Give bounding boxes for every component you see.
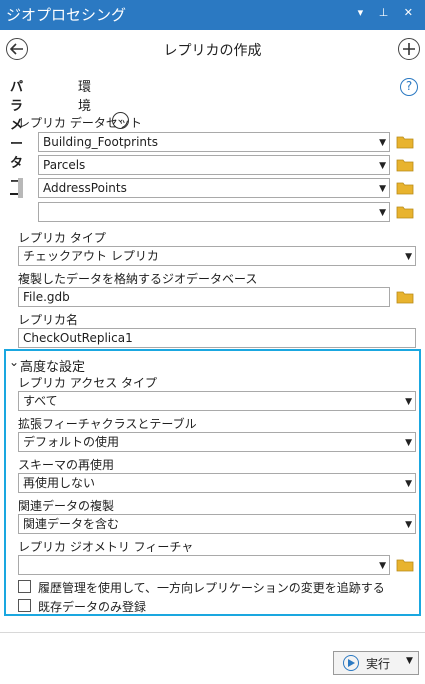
- play-icon: [343, 655, 359, 671]
- help-icon[interactable]: ?: [400, 78, 418, 96]
- replica-type-combo[interactable]: チェックアウト レプリカ ▼: [18, 246, 416, 266]
- archive-checkbox-label: 履歴管理を使用して、一方向レプリケーションの変更を追跡する: [38, 581, 385, 595]
- dropdown-arrow-icon: ▼: [405, 438, 412, 448]
- schema-value: 再使用しない: [23, 476, 96, 490]
- folder-icon[interactable]: [396, 158, 414, 172]
- schema-combo[interactable]: 再使用しない ▼: [18, 473, 416, 493]
- ext-combo[interactable]: デフォルトの使用 ▼: [18, 432, 416, 452]
- dropdown-arrow-icon: ▼: [379, 184, 386, 194]
- ext-label: 拡張フィーチャクラスとテーブル: [18, 417, 197, 431]
- replica-name-label: レプリカ名: [18, 313, 79, 327]
- dropdown-arrow-icon: ▼: [405, 252, 412, 262]
- dropdown-arrow-icon: ▼: [379, 208, 386, 218]
- related-value: 関連データを含む: [23, 517, 120, 531]
- dataset-value: Parcels: [43, 158, 86, 172]
- geom-combo[interactable]: ▼: [18, 555, 390, 575]
- chevron-down-icon[interactable]: ⌄: [112, 112, 129, 129]
- ext-value: デフォルトの使用: [23, 435, 120, 449]
- dropdown-arrow-icon: ▼: [405, 479, 412, 489]
- dataset-combo-2[interactable]: Parcels ▼: [38, 155, 390, 175]
- dropdown-arrow-icon: ▼: [405, 520, 412, 530]
- dropdown-arrow-icon: ▼: [379, 161, 386, 171]
- tool-title: レプリカの作成: [163, 43, 262, 59]
- replica-type-value: チェックアウト レプリカ: [23, 249, 159, 263]
- dataset-value: AddressPoints: [43, 181, 127, 195]
- dropdown-arrow-icon: ▼: [405, 397, 412, 407]
- related-combo[interactable]: 関連データを含む ▼: [18, 514, 416, 534]
- footer-divider: [0, 632, 425, 633]
- schema-label: スキーマの再使用: [18, 458, 115, 472]
- advanced-header[interactable]: 高度な設定: [20, 356, 85, 375]
- folder-icon[interactable]: [396, 558, 414, 572]
- chevron-down-icon[interactable]: ▼: [406, 656, 413, 666]
- folder-icon[interactable]: [396, 205, 414, 219]
- dataset-value: Building_Footprints: [43, 135, 158, 149]
- pane-title-bar: ジオプロセシング ▾ ⊥ ✕: [0, 0, 425, 30]
- advanced-chevron-icon[interactable]: ⌄: [9, 355, 19, 369]
- folder-icon[interactable]: [396, 290, 414, 304]
- run-button[interactable]: 実行 ▼: [333, 651, 419, 675]
- run-label: 実行: [366, 657, 391, 671]
- dropdown-arrow-icon: ▼: [379, 561, 386, 571]
- gdb-input[interactable]: File.gdb: [18, 287, 390, 307]
- related-label: 関連データの複製: [18, 499, 115, 513]
- dataset-combo-empty[interactable]: ▼: [38, 202, 390, 222]
- dropdown-arrow-icon: ▼: [379, 138, 386, 148]
- register-existing-label: 既存データのみ登録: [38, 600, 147, 614]
- replica-type-label: レプリカ タイプ: [18, 231, 106, 245]
- archive-checkbox[interactable]: [18, 580, 31, 593]
- geom-label: レプリカ ジオメトリ フィーチャ: [18, 540, 194, 554]
- register-existing-checkbox[interactable]: [18, 599, 31, 612]
- folder-icon[interactable]: [396, 135, 414, 149]
- pane-title: ジオプロセシング: [6, 6, 127, 24]
- dataset-combo-1[interactable]: Building_Footprints ▼: [38, 132, 390, 152]
- add-plus-icon[interactable]: [398, 38, 420, 60]
- gdb-label: 複製したデータを格納するジオデータベース: [18, 272, 258, 286]
- dataset-combo-3[interactable]: AddressPoints ▼: [38, 178, 390, 198]
- replica-name-input[interactable]: CheckOutReplica1: [18, 328, 416, 348]
- access-type-value: すべて: [23, 394, 58, 408]
- drag-handle[interactable]: [18, 178, 23, 198]
- pane-controls[interactable]: ▾ ⊥ ✕: [358, 6, 419, 19]
- access-type-label: レプリカ アクセス タイプ: [18, 376, 158, 390]
- access-type-combo[interactable]: すべて ▼: [18, 391, 416, 411]
- folder-icon[interactable]: [396, 181, 414, 195]
- tab-environments[interactable]: 環境: [78, 76, 91, 114]
